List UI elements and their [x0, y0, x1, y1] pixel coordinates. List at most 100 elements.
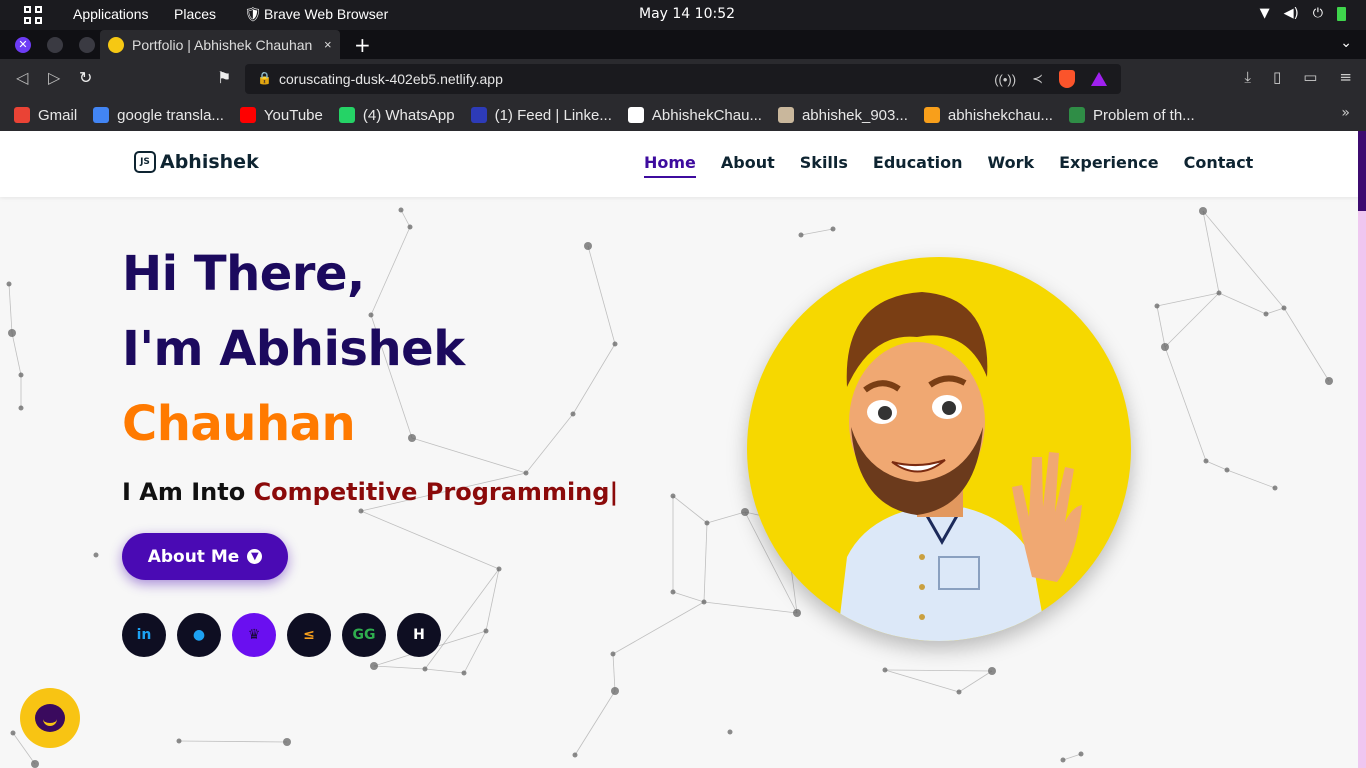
bookmarks-overflow-icon[interactable]: »	[1341, 105, 1350, 121]
network-edge	[11, 332, 22, 376]
network-edge	[424, 668, 465, 674]
favicon-icon	[108, 36, 124, 53]
nav-link-education[interactable]: Education	[873, 153, 963, 178]
bookmarks-bar: Gmail google transla... YouTube (4) WhatsAp…	[0, 99, 1366, 131]
tab-portfolio[interactable]: Portfolio | Abhishek Chauhan ×	[100, 30, 340, 59]
bookmark-item[interactable]: YouTube	[239, 107, 323, 124]
linkedin-icon[interactable]: in	[122, 613, 166, 657]
bookmark-item[interactable]: abhishekchau...	[923, 107, 1053, 124]
forward-icon[interactable]: ▷	[48, 68, 60, 87]
whatsapp-icon	[338, 107, 355, 123]
app-grid-icon[interactable]	[24, 6, 42, 24]
bookmark-item[interactable]: (1) Feed | Linke...	[470, 107, 612, 124]
address-bar[interactable]: 🔒 coruscating-dusk-402eb5.netlify.app ((…	[245, 64, 1121, 94]
network-node	[1325, 377, 1333, 385]
menu-icon[interactable]: ≡	[1339, 68, 1352, 86]
logo-text: Abhishek	[160, 151, 259, 173]
network-node	[176, 738, 182, 744]
wifi-icon[interactable]: ▼	[1260, 6, 1270, 21]
network-edge	[612, 653, 616, 692]
window-maximize-button[interactable]	[79, 37, 95, 53]
url-text[interactable]: coruscating-dusk-402eb5.netlify.app	[279, 71, 503, 87]
toolbar-right: ⤓ ▯ ▭ ≡	[1244, 68, 1352, 86]
network-node	[793, 609, 801, 617]
network-node	[358, 508, 364, 514]
network-node	[368, 312, 374, 318]
sidebar-icon[interactable]: ▯	[1273, 68, 1281, 86]
bookmark-item[interactable]: (4) WhatsApp	[338, 107, 455, 124]
network-node	[8, 329, 16, 337]
tab-close-icon[interactable]: ×	[324, 37, 332, 52]
scrollbar-thumb[interactable]	[1358, 131, 1366, 211]
github-icon[interactable]: ●	[177, 613, 221, 657]
download-icon[interactable]: ⤓	[1244, 68, 1251, 86]
network-node	[1154, 303, 1160, 309]
scrollbar[interactable]	[1358, 131, 1366, 768]
share-icon[interactable]: ≺	[1032, 71, 1043, 87]
logo-js-icon: JS	[134, 151, 156, 173]
codechef-icon[interactable]: ♛	[232, 613, 276, 657]
tab-list-chevron-icon[interactable]: ⌄	[1340, 35, 1352, 51]
brave-shields-icon[interactable]	[1059, 70, 1075, 88]
network-edge	[1283, 307, 1330, 382]
bookmark-item[interactable]: AbhishekChau...	[627, 107, 762, 124]
chat-widget-button[interactable]	[20, 688, 80, 748]
bookmark-item[interactable]: abhishek_903...	[777, 107, 908, 124]
network-node	[612, 341, 618, 347]
brave-rewards-icon[interactable]	[1091, 72, 1107, 86]
network-edge	[370, 226, 411, 316]
back-icon[interactable]: ◁	[16, 68, 28, 87]
network-node	[798, 232, 804, 238]
applications-menu[interactable]: Applications	[73, 6, 149, 22]
nav-link-experience[interactable]: Experience	[1059, 153, 1159, 178]
nav-link-work[interactable]: Work	[988, 153, 1035, 178]
nav-link-contact[interactable]: Contact	[1184, 153, 1254, 178]
site-logo[interactable]: JS Abhishek	[134, 151, 259, 173]
network-node	[1272, 485, 1278, 491]
network-edge	[587, 245, 616, 345]
network-edge	[1156, 292, 1220, 307]
bookmark-item[interactable]: google transla...	[93, 107, 224, 124]
active-app-label[interactable]: Brave Web Browser	[264, 6, 388, 22]
tracking-icon[interactable]: ((•))	[994, 72, 1016, 87]
hackerrank-icon[interactable]: H	[397, 613, 441, 657]
network-node	[283, 738, 291, 746]
network-edge	[884, 669, 993, 672]
battery-icon[interactable]	[1337, 6, 1346, 21]
network-node	[956, 689, 962, 695]
nav-link-skills[interactable]: Skills	[800, 153, 848, 178]
network-node	[496, 566, 502, 572]
window-minimize-button[interactable]	[47, 37, 63, 53]
bookmark-item[interactable]: Problem of th...	[1068, 107, 1195, 124]
geeksforgeeks-icon[interactable]: GG	[342, 613, 386, 657]
network-edge	[884, 669, 960, 693]
clock[interactable]: May 14 10:52	[639, 6, 735, 22]
about-me-button[interactable]: About Me ▼	[122, 533, 288, 580]
nav-link-about[interactable]: About	[721, 153, 775, 178]
network-node	[1216, 290, 1222, 296]
network-node	[670, 493, 676, 499]
window-close-button[interactable]: ✕	[15, 37, 31, 53]
places-menu[interactable]: Places	[174, 6, 216, 22]
network-node	[398, 207, 404, 213]
tab-title: Portfolio | Abhishek Chauhan	[132, 36, 313, 53]
nav-link-home[interactable]: Home	[644, 153, 696, 178]
bookmark-icon[interactable]: ⚑	[217, 68, 231, 87]
bookmark-item[interactable]: Gmail	[14, 107, 77, 124]
new-tab-button[interactable]: +	[354, 33, 371, 57]
geeksforgeeks-icon	[1068, 107, 1085, 123]
network-edge	[706, 511, 746, 524]
leetcode-icon[interactable]: ≤	[287, 613, 331, 657]
network-node	[1078, 751, 1084, 757]
network-edge	[1202, 210, 1220, 294]
bookmark-label: Gmail	[38, 106, 78, 124]
network-edge	[1164, 292, 1220, 348]
power-icon[interactable]: ⏻	[1313, 6, 1323, 21]
volume-icon[interactable]: ◀)	[1284, 6, 1299, 21]
youtube-icon	[239, 107, 256, 123]
wallet-icon[interactable]: ▭	[1303, 68, 1317, 86]
network-edge	[1062, 753, 1082, 761]
reload-icon[interactable]: ↻	[79, 68, 92, 87]
lock-icon[interactable]: 🔒	[257, 71, 272, 85]
network-node	[704, 520, 710, 526]
